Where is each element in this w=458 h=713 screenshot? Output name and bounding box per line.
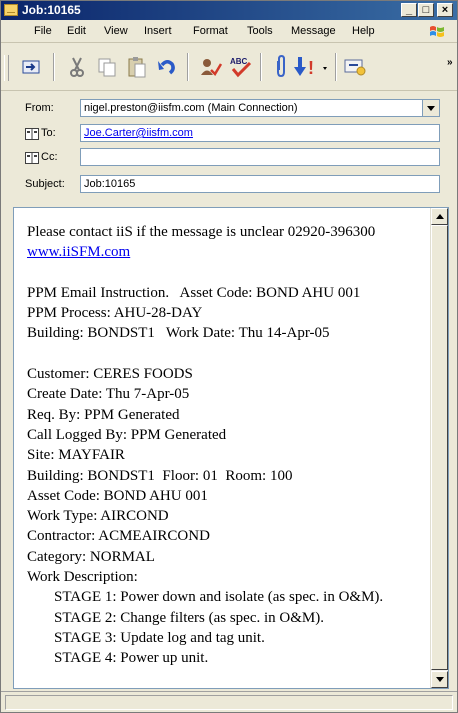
message-line: Site: MAYFAIR xyxy=(27,447,125,464)
message-line: Contractor: ACMEAIRCOND xyxy=(27,528,210,545)
scroll-up-button[interactable] xyxy=(431,208,448,225)
message-line: Req. By: PPM Generated xyxy=(27,406,180,423)
copy-button[interactable] xyxy=(93,53,121,81)
undo-button[interactable] xyxy=(153,53,181,81)
scroll-thumb[interactable] xyxy=(431,225,448,670)
address-book-icon[interactable] xyxy=(25,152,39,164)
subject-field[interactable]: Job:10165 xyxy=(80,175,440,193)
message-line xyxy=(27,344,425,364)
status-pane xyxy=(5,695,453,710)
svg-text:ABC: ABC xyxy=(230,57,248,66)
message-link[interactable]: www.iiSFM.com xyxy=(27,242,425,262)
message-line: Building: BONDST1 Work Date: Thu 14-Apr-… xyxy=(27,325,330,342)
message-line: PPM Process: AHU-28-DAY xyxy=(27,305,203,322)
cut-icon xyxy=(70,57,84,77)
message-line: Category: NORMAL xyxy=(27,548,155,565)
menu-file[interactable]: File xyxy=(34,24,52,39)
toolbar-grip[interactable] xyxy=(4,55,9,81)
cc-label[interactable]: Cc: xyxy=(41,151,58,163)
menu-format[interactable]: Format xyxy=(193,24,228,39)
spelling-button[interactable]: ABC xyxy=(227,53,255,81)
from-dropdown[interactable]: nigel.preston@iisfm.com (Main Connection… xyxy=(80,99,440,117)
message-line: Create Date: Thu 7-Apr-05 xyxy=(27,386,190,403)
paste-button[interactable] xyxy=(123,53,151,81)
send-icon xyxy=(22,60,40,74)
message-line: Work Type: AIRCOND xyxy=(27,508,169,525)
menu-insert[interactable]: Insert xyxy=(144,24,172,39)
toolbar-separator xyxy=(335,53,337,81)
menu-tools[interactable]: Tools xyxy=(247,24,273,39)
menu-help[interactable]: Help xyxy=(352,24,375,39)
message-line: Asset Code: BOND AHU 001 xyxy=(27,487,208,504)
message-line: Customer: CERES FOODS xyxy=(27,366,193,383)
toolbar-overflow-icon[interactable]: » xyxy=(447,57,453,68)
message-line: STAGE 4: Power up unit. xyxy=(54,650,209,667)
subject-label: Subject: xyxy=(25,178,65,190)
scroll-down-button[interactable] xyxy=(431,671,448,688)
maximize-icon: □ xyxy=(422,4,430,16)
to-label[interactable]: To: xyxy=(41,127,56,139)
toolbar-separator xyxy=(187,53,189,81)
close-icon: × xyxy=(441,4,449,16)
windows-logo-icon xyxy=(430,26,444,37)
message-text[interactable]: Please contact iiS if the message is unc… xyxy=(27,222,425,669)
toolbar: ABC ! » xyxy=(1,43,457,91)
attach-icon xyxy=(277,55,285,78)
message-line: Call Logged By: PPM Generated xyxy=(27,426,227,443)
vertical-scrollbar[interactable] xyxy=(430,208,448,688)
maximize-button[interactable]: □ xyxy=(418,3,434,17)
website-link[interactable]: www.iiSFM.com xyxy=(27,244,130,260)
menu-view[interactable]: View xyxy=(104,24,128,39)
sign-button[interactable] xyxy=(341,53,369,81)
minimize-icon: _ xyxy=(405,4,413,16)
from-label: From: xyxy=(25,102,54,114)
menu-edit[interactable]: Edit xyxy=(67,24,86,39)
message-line: Please contact iiS if the message is unc… xyxy=(27,224,376,240)
priority-button[interactable]: ! xyxy=(291,53,333,81)
paste-icon xyxy=(128,57,146,78)
close-button[interactable]: × xyxy=(437,3,453,17)
window-title: Job:10165 xyxy=(22,3,81,17)
title-bar[interactable]: Job:10165 _ □ × xyxy=(1,1,457,20)
message-header: From: nigel.preston@iisfm.com (Main Conn… xyxy=(1,91,457,199)
message-line: STAGE 3: Update log and tag unit. xyxy=(54,629,265,646)
svg-text:!: ! xyxy=(308,58,314,78)
check-names-icon xyxy=(201,59,223,77)
address-book-icon[interactable] xyxy=(25,128,39,140)
menu-message[interactable]: Message xyxy=(291,24,336,39)
message-line: STAGE 1: Power down and isolate (as spec… xyxy=(54,589,384,606)
arrow-up-icon xyxy=(435,214,444,219)
menu-bar: File Edit View Insert Format Tools Messa… xyxy=(1,21,457,43)
message-line: STAGE 2: Change filters (as spec. in O&M… xyxy=(54,609,324,626)
message-line: Work Description: xyxy=(27,569,138,586)
send-button[interactable] xyxy=(17,53,45,81)
status-bar xyxy=(1,691,457,713)
spelling-icon: ABC xyxy=(230,57,252,78)
message-body[interactable]: Please contact iiS if the message is unc… xyxy=(13,207,449,689)
envelope-icon xyxy=(4,4,18,16)
chevron-down-icon[interactable] xyxy=(422,100,439,116)
priority-icon: ! xyxy=(294,57,327,78)
arrow-down-icon xyxy=(435,677,444,682)
message-line: Building: BONDST1 Floor: 01 Room: 100 xyxy=(27,467,293,484)
message-line: PPM Email Instruction. Asset Code: BOND … xyxy=(27,284,361,301)
copy-icon xyxy=(98,58,116,77)
to-field[interactable]: Joe.Carter@iisfm.com xyxy=(80,124,440,142)
minimize-button[interactable]: _ xyxy=(401,3,417,17)
check-names-button[interactable] xyxy=(197,53,225,81)
toolbar-separator xyxy=(53,53,55,81)
cut-button[interactable] xyxy=(63,53,91,81)
message-line xyxy=(27,263,425,283)
sign-icon xyxy=(344,59,366,76)
from-value: nigel.preston@iisfm.com (Main Connection… xyxy=(84,102,298,114)
undo-icon xyxy=(158,60,175,75)
cc-field[interactable] xyxy=(80,148,440,166)
compose-window: Job:10165 _ □ × File Edit View Insert Fo… xyxy=(0,0,458,713)
toolbar-separator xyxy=(260,53,262,81)
